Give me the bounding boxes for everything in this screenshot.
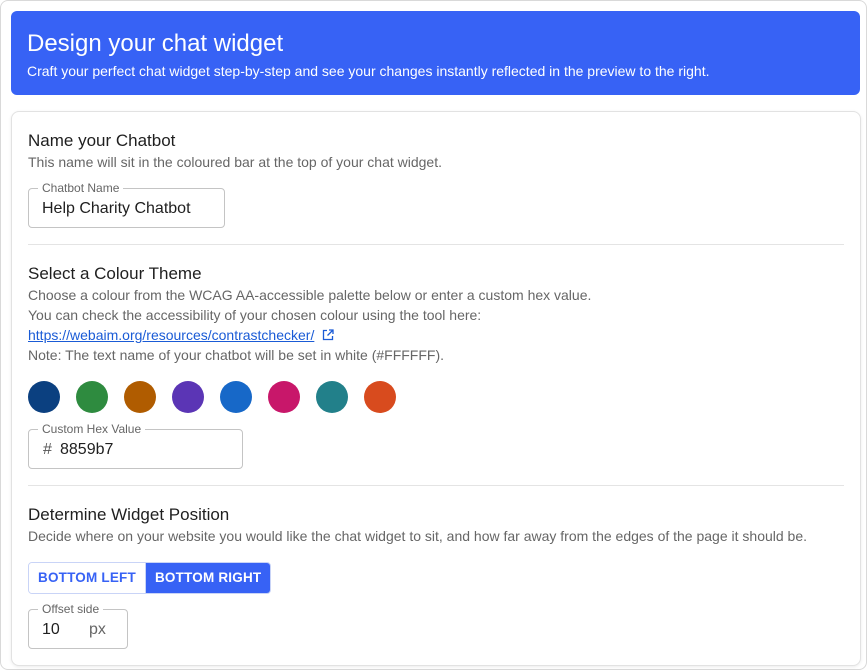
position-toggle-group: BOTTOM LEFT BOTTOM RIGHT (28, 562, 272, 594)
offset-side-value[interactable]: 10 (42, 620, 60, 640)
colour-swatch-navy[interactable] (28, 381, 60, 413)
colour-section-note: Note: The text name of your chatbot will… (28, 347, 445, 363)
custom-hex-value[interactable]: 8859b7 (60, 440, 113, 460)
colour-swatch-green[interactable] (76, 381, 108, 413)
position-section-heading: Determine Widget Position (28, 505, 230, 524)
colour-swatch-purple[interactable] (172, 381, 204, 413)
custom-hex-label: Custom Hex Value (38, 422, 146, 436)
custom-hex-field[interactable]: Custom Hex Value # 8859b7 (28, 422, 243, 469)
chatbot-name-label: Chatbot Name (38, 181, 124, 195)
name-section-description: This name will sit in the coloured bar a… (28, 154, 442, 170)
header-banner: Design your chat widget Craft your perfe… (11, 11, 860, 95)
hex-prefix: # (43, 441, 52, 458)
section-divider (28, 244, 844, 245)
contrast-checker-link[interactable]: https://webaim.org/resources/contrastche… (28, 327, 314, 343)
colour-swatch-blue[interactable] (220, 381, 252, 413)
colour-section-line1: Choose a colour from the WCAG AA-accessi… (28, 287, 592, 303)
bottom-left-button[interactable]: BOTTOM LEFT (29, 563, 146, 593)
page-frame: Design your chat widget Craft your perfe… (0, 0, 867, 670)
chatbot-name-value[interactable]: Help Charity Chatbot (42, 199, 191, 219)
name-section-heading: Name your Chatbot (28, 131, 176, 150)
colour-swatch-pink[interactable] (268, 381, 300, 413)
external-link-icon[interactable] (322, 326, 334, 346)
contrast-checker-link-row: https://webaim.org/resources/contrastche… (28, 325, 334, 346)
bottom-right-button[interactable]: BOTTOM RIGHT (145, 563, 271, 593)
position-section-description: Decide where on your website you would l… (28, 528, 808, 544)
page-title: Design your chat widget (27, 30, 284, 57)
offset-side-field[interactable]: Offset side 10 px (28, 602, 128, 649)
colour-section-line2: You can check the accessibility of your … (28, 307, 482, 323)
colour-swatch-teal[interactable] (316, 381, 348, 413)
colour-swatch-amber[interactable] (124, 381, 156, 413)
offset-side-label: Offset side (38, 602, 104, 616)
colour-section-heading: Select a Colour Theme (28, 264, 202, 283)
settings-card: Name your Chatbot This name will sit in … (11, 111, 861, 666)
colour-swatch-orange[interactable] (364, 381, 396, 413)
chatbot-name-field[interactable]: Chatbot Name Help Charity Chatbot (28, 181, 225, 228)
page-subtitle: Craft your perfect chat widget step-by-s… (27, 63, 710, 79)
offset-unit: px (89, 621, 106, 638)
section-divider (28, 485, 844, 486)
